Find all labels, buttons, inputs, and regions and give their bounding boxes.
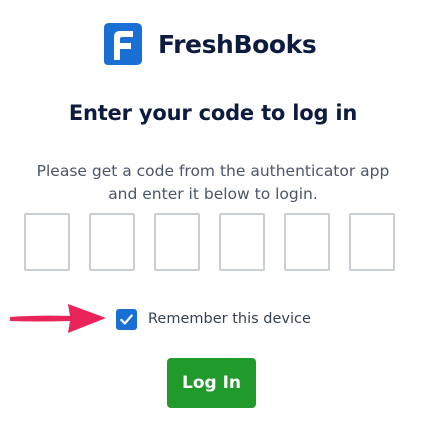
instructions-text: Please get a code from the authenticator… xyxy=(36,162,390,203)
code-input-group xyxy=(0,213,426,275)
code-digit-1[interactable] xyxy=(24,213,70,271)
code-digit-6[interactable] xyxy=(349,213,395,271)
page-title: Enter your code to log in xyxy=(68,101,358,125)
code-digit-4[interactable] xyxy=(219,213,265,271)
freshbooks-logo-icon xyxy=(104,23,142,65)
brand-logo: FreshBooks xyxy=(98,20,317,68)
brand-name: FreshBooks xyxy=(158,29,317,59)
arrow-right-icon xyxy=(10,304,106,333)
code-digit-2[interactable] xyxy=(89,213,135,271)
remember-device-option[interactable]: Remember this device xyxy=(116,308,311,330)
checkmark-icon xyxy=(120,313,133,325)
code-digit-5[interactable] xyxy=(284,213,330,271)
login-button[interactable]: Log In xyxy=(167,358,256,408)
remember-device-checkbox[interactable] xyxy=(116,308,137,330)
mfa-login-page: FreshBooks Enter your code to log in Ple… xyxy=(0,0,426,425)
remember-device-label: Remember this device xyxy=(148,311,311,327)
code-digit-3[interactable] xyxy=(154,213,200,271)
